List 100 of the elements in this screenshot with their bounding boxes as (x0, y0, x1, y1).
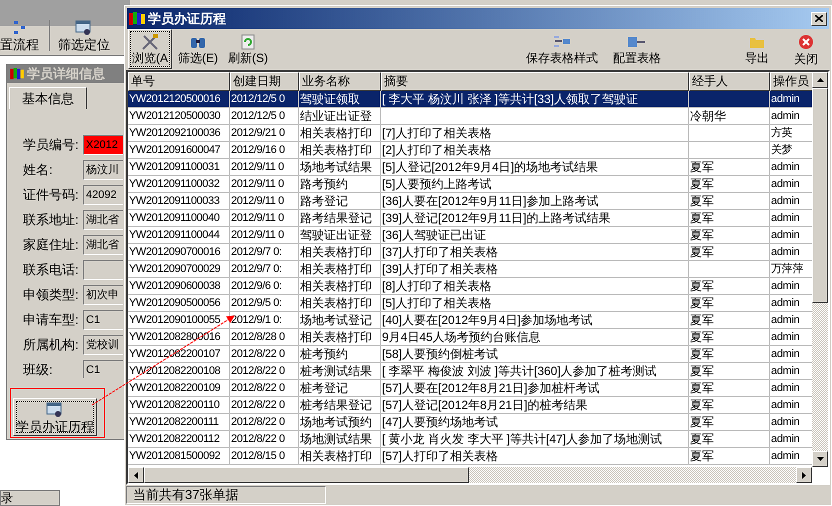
table-cell: 2012/12/5 0 (231, 110, 285, 122)
scroll-down-button[interactable] (812, 451, 828, 467)
field-label: 申领类型: (23, 286, 80, 304)
table-row[interactable]: YW2012081500092 2012/8/15 0 相关表格打印 [57]人打印了相关表格 夏军 admin (128, 448, 812, 465)
table-cell: 桩考登记 (300, 381, 348, 395)
input-field[interactable]: 42092 (83, 185, 123, 205)
table-row[interactable]: YW2012090100055 2012/9/1 0: 场地考试登记 [40]人要在[2012年9月4日]参加场地考试 夏军 admin (128, 312, 812, 329)
table-cell: admin (771, 416, 800, 428)
table-row[interactable]: YW2012120500016 2012/12/5 0 驾驶证领取 [ 李大平 杨汶川 张泽 ]等共计[33]人领取了驾驶证 admin (128, 91, 812, 108)
table-cell: 夏军 (690, 313, 714, 327)
table-cell: 路考结果登记 (300, 211, 372, 225)
input-field[interactable]: C1 (83, 310, 123, 330)
input-field[interactable]: X2012 (83, 135, 123, 155)
table-cell: 夏军 (690, 381, 714, 395)
table-row[interactable]: YW2012120500030 2012/12/5 0 结业证出证登 冷朝华 admin (128, 108, 812, 125)
table-cell: 桩考预约 (300, 347, 348, 361)
table-row[interactable]: YW2012091100040 2012/9/11 0 路考结果登记 [39]人登记[2012年9月11日]的上路考试结果 夏军 admin (128, 210, 812, 227)
toolbar-button[interactable]: 导出 (732, 29, 782, 69)
table-cell: 路考预约 (300, 177, 348, 191)
table-cell: 驾驶证领取 (300, 92, 360, 106)
field-label: 联系电话: (23, 261, 80, 280)
app-icon (10, 68, 24, 80)
table-cell: 2012/9/5 0: (231, 297, 282, 309)
table-row[interactable]: YW2012090500056 2012/9/5 0: 相关表格打印 [5]人打印了相关表格 夏军 admin (128, 295, 812, 312)
table-cell: 夏军 (690, 296, 714, 310)
table-cell: YW2012120500030 (129, 110, 220, 122)
scroll-right-button[interactable] (796, 467, 812, 483)
table-cell: 场地考试预约 (300, 415, 372, 429)
toolbar-button[interactable]: 置流程 (0, 20, 39, 51)
table-row[interactable]: YW2012082200109 2012/8/22 0 桩考登记 [57]人要在[2012年8月21日]参加桩杆考试 夏军 admin (128, 380, 812, 397)
table-cell: 9月4日45人场考预约台账信息 (382, 330, 541, 344)
table-cell: 相关表格打印 (300, 279, 372, 293)
column-header[interactable]: 业务名称 (299, 72, 381, 91)
table-row[interactable]: YW2012082200112 2012/8/22 0 场地测试结果 [ 黄小龙 肖火发 李大平 ]等共计[47]人参加了场地测试 夏军 admin (128, 431, 812, 448)
toolbar-button[interactable]: 筛选定位 (49, 20, 110, 51)
table-row[interactable]: YW2012082200111 2012/8/22 0 场地考试预约 [47]人要预约场地考试 夏军 admin (128, 414, 812, 431)
close-icon (815, 15, 823, 22)
scroll-left-button[interactable] (128, 467, 144, 483)
table-row[interactable]: YW2012091100031 2012/9/11 0 场地考试结果 [5]人登记[2012年9月4日]的场地考试结果 夏军 admin (128, 159, 812, 176)
input-field[interactable]: 湖北省 (83, 235, 123, 255)
field-label: 所属机构: (23, 336, 80, 354)
input-field[interactable]: 湖北省 (83, 210, 123, 230)
table-row[interactable]: YW2012091100032 2012/9/11 0 路考预约 [5]人要预约上路考试 夏军 admin (128, 176, 812, 193)
left-arrow-icon (134, 472, 138, 478)
table-cell: YW2012082200112 (129, 433, 220, 445)
column-header[interactable]: 经手人 (689, 72, 770, 91)
table-cell: 结业证出证登 (300, 109, 372, 123)
toolbar-button[interactable]: 关闭 (784, 29, 828, 69)
input-field[interactable]: 杨汶川 (83, 160, 123, 180)
table-cell: admin (771, 314, 800, 326)
table-cell: [5]人打印了相关表格 (382, 296, 492, 310)
table-cell: [ 李大平 杨汶川 张泽 ]等共计[33]人领取了驾驶证 (382, 92, 638, 106)
toolbar-button[interactable]: 保存表格样式 (520, 29, 604, 69)
table-row[interactable]: YW2012092100036 2012/9/21 0 相关表格打印 [7]人打印了相关表格 方英 (128, 125, 812, 142)
input-field[interactable] (83, 260, 123, 280)
column-header[interactable]: 单号 (128, 72, 230, 91)
table-cell: 2012/8/22 0 (231, 433, 285, 445)
refresh-icon (241, 34, 255, 50)
flowchart-icon (12, 20, 28, 36)
table-row[interactable]: YW2012090600038 2012/9/6 0: 相关表格打印 [8]人打印了相关表格 夏军 admin (128, 278, 812, 295)
table-cell: [ 李翠平 梅俊波 刘波 ]等共计[360]人参加了桩考测试 (382, 364, 657, 378)
table-cell: [5]人要预约上路考试 (382, 177, 492, 191)
table-row[interactable]: YW2012091100044 2012/9/11 0 驾驶证出证登 [36]人驾驶证已出证 夏军 admin (128, 227, 812, 244)
table-row[interactable]: YW2012091100033 2012/9/11 0 路考登记 [36]人要在[2012年9月11日]参加上路考试 夏军 admin (128, 193, 812, 210)
table-cell: 2012/9/16 0 (231, 144, 285, 156)
close-button[interactable] (811, 12, 827, 26)
toolbar-button[interactable]: 配置表格 (606, 29, 668, 69)
table-row[interactable]: YW2012091600047 2012/9/16 0 相关表格打印 [2]人打印了相关表格 关梦 (128, 142, 812, 159)
history-button[interactable]: 学员办证历程 (13, 398, 97, 436)
table-cell: admin (771, 399, 800, 411)
table-row[interactable]: YW2012090700029 2012/9/7 0: 相关表格打印 [39]人打印了相关表格 万萍萍 (128, 261, 812, 278)
table-cell: 相关表格打印 (300, 296, 372, 310)
table-cell: admin (771, 110, 800, 122)
toolbar-button[interactable]: 刷新(S) (224, 29, 272, 69)
column-header[interactable]: 创建日期 (230, 72, 299, 91)
scroll-thumb[interactable] (144, 467, 469, 483)
table-row[interactable]: YW2012082200110 2012/8/22 0 桩考结果登记 [57]人登记[2012年8月21日]的桩考结果 夏军 admin (128, 397, 812, 414)
columns-left-icon (553, 34, 571, 48)
table-cell: YW2012090500056 (129, 297, 220, 309)
table-cell: 相关表格打印 (300, 449, 372, 463)
scroll-thumb[interactable] (812, 88, 828, 303)
column-header[interactable]: 摘要 (381, 72, 689, 91)
tab[interactable]: 基本信息 (9, 87, 87, 109)
toolbar-button[interactable]: 筛选(E) (174, 29, 222, 69)
input-field[interactable]: 初次申 (83, 285, 123, 305)
close-icon (798, 34, 814, 50)
table-cell: [40]人要在[2012年9月4日]参加场地考试 (382, 313, 593, 327)
table-cell: YW2012082200109 (129, 382, 220, 394)
field-label: 班级: (23, 361, 54, 380)
toolbar-button[interactable]: 浏览(A (128, 29, 172, 69)
table-row[interactable]: YW2012090700016 2012/9/7 0: 相关表格打印 [37]人打印了相关表格 夏军 admin (128, 244, 812, 261)
table-cell: 2012/9/6 0: (231, 280, 282, 292)
input-field[interactable]: C1 (83, 360, 123, 380)
table-cell: 场地测试结果 (300, 432, 372, 446)
input-field[interactable]: 党校训 (83, 335, 123, 355)
table-cell: [47]人要预约场地考试 (382, 415, 498, 429)
scroll-up-button[interactable] (812, 72, 828, 88)
table-cell: 夏军 (690, 279, 714, 293)
table-cell: 夏军 (690, 160, 714, 174)
table-cell: admin (771, 178, 800, 190)
